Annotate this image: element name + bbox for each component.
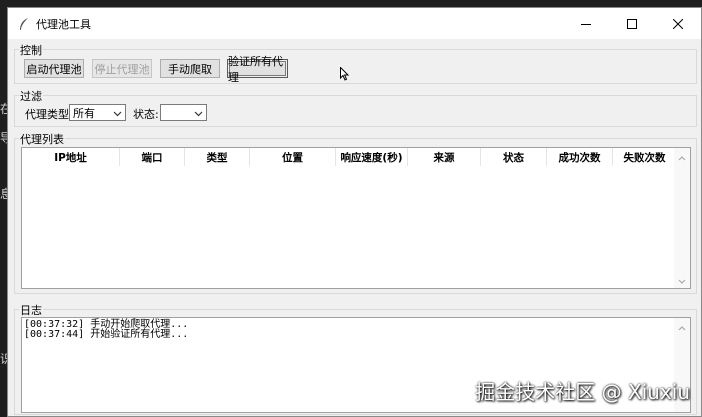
- manual-crawl-button[interactable]: 手动爬取: [160, 59, 220, 78]
- column-header-response-speed[interactable]: 响应速度(秒): [336, 148, 408, 166]
- control-group-label: 控制: [19, 42, 43, 58]
- minimize-icon[interactable]: [563, 8, 609, 39]
- log-group-label: 日志: [19, 302, 43, 318]
- window-controls: [563, 8, 701, 39]
- feather-icon: [16, 16, 32, 32]
- column-header-ip[interactable]: IP地址: [22, 148, 120, 166]
- proxy-list-group-label: 代理列表: [19, 131, 65, 147]
- window-title: 代理池工具: [36, 17, 91, 31]
- proxy-type-label: 代理类型:: [25, 108, 73, 121]
- log-line: [00:37:44] 开始验证所有代理...: [24, 329, 189, 340]
- filter-group-label: 过滤: [19, 88, 43, 104]
- column-header-status[interactable]: 状态: [481, 148, 547, 166]
- start-proxy-pool-button[interactable]: 启动代理池: [24, 59, 84, 78]
- title-bar[interactable]: 代理池工具: [8, 8, 701, 39]
- stop-proxy-pool-button[interactable]: 停止代理池: [92, 59, 152, 78]
- scroll-up-icon[interactable]: [677, 152, 687, 161]
- chevron-down-icon: [194, 108, 203, 117]
- column-header-source[interactable]: 来源: [408, 148, 481, 166]
- verify-all-proxies-button[interactable]: 验证所有代理: [227, 55, 288, 84]
- proxy-type-select[interactable]: 所有: [69, 104, 126, 121]
- maximize-icon[interactable]: [609, 8, 655, 39]
- column-header-type[interactable]: 类型: [185, 148, 250, 166]
- chevron-down-icon: [113, 108, 122, 117]
- watermark: 掘金技术社区 @ Xiuxiu: [475, 380, 690, 404]
- table-header: IP地址 端口 类型 位置 响应速度(秒) 来源 状态 成功次数 失败次数: [22, 148, 676, 166]
- table-scrollbar[interactable]: [674, 148, 690, 288]
- proxy-table[interactable]: IP地址 端口 类型 位置 响应速度(秒) 来源 状态 成功次数 失败次数: [21, 147, 691, 289]
- close-icon[interactable]: [655, 8, 701, 39]
- app-window: 代理池工具 控制 启动代理池 停止代理池 手动爬取 验证所有代理 过滤 代理类型…: [7, 7, 702, 417]
- scroll-up-icon[interactable]: [677, 322, 687, 331]
- column-header-port[interactable]: 端口: [120, 148, 185, 166]
- mouse-cursor-icon: [340, 66, 350, 84]
- column-header-fail-count[interactable]: 失败次数: [613, 148, 676, 166]
- scroll-down-icon[interactable]: [677, 276, 687, 284]
- column-header-location[interactable]: 位置: [250, 148, 336, 166]
- status-select[interactable]: [160, 104, 207, 121]
- proxy-type-value: 所有: [73, 106, 95, 120]
- column-header-success-count[interactable]: 成功次数: [547, 148, 613, 166]
- status-label: 状态:: [133, 108, 159, 121]
